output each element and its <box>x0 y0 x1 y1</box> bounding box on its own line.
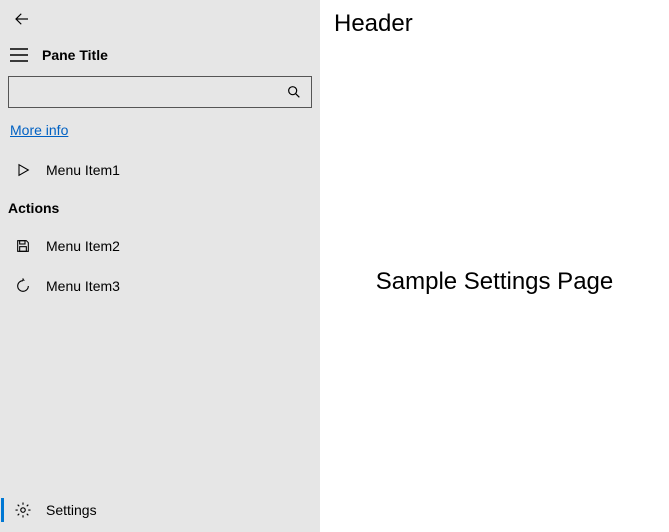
more-info-link[interactable]: More info <box>10 122 68 138</box>
play-outline-icon <box>14 161 32 179</box>
menu-item-3-label: Menu Item3 <box>46 278 120 294</box>
back-button[interactable] <box>8 5 36 33</box>
pane-title-row: Pane Title <box>0 38 320 72</box>
navigation-pane: Pane Title More info Menu Item1 Actions <box>0 0 320 532</box>
search-row <box>0 72 320 114</box>
back-row <box>0 0 320 38</box>
page-header: Header <box>334 10 655 38</box>
content-body: Sample Settings Page <box>334 42 655 522</box>
menu-item-3[interactable]: Menu Item3 <box>0 266 320 306</box>
hamburger-icon <box>10 48 28 62</box>
settings-label: Settings <box>46 502 97 518</box>
menu-item-1-label: Menu Item1 <box>46 162 120 178</box>
search-input[interactable] <box>9 77 311 107</box>
menu-item-2-label: Menu Item2 <box>46 238 120 254</box>
menu-item-2[interactable]: Menu Item2 <box>0 226 320 266</box>
gear-icon <box>14 501 32 519</box>
content-area: Header Sample Settings Page <box>320 0 669 532</box>
refresh-icon <box>14 277 32 295</box>
menu-item-1[interactable]: Menu Item1 <box>0 150 320 190</box>
section-header-actions: Actions <box>0 190 320 226</box>
more-info-row: More info <box>0 114 320 150</box>
pane-title: Pane Title <box>42 47 108 63</box>
hamburger-button[interactable] <box>8 44 30 66</box>
settings-footer-item[interactable]: Settings <box>0 488 320 532</box>
sample-settings-text: Sample Settings Page <box>376 268 613 296</box>
save-icon <box>14 237 32 255</box>
back-arrow-icon <box>13 10 31 28</box>
search-box[interactable] <box>8 76 312 108</box>
